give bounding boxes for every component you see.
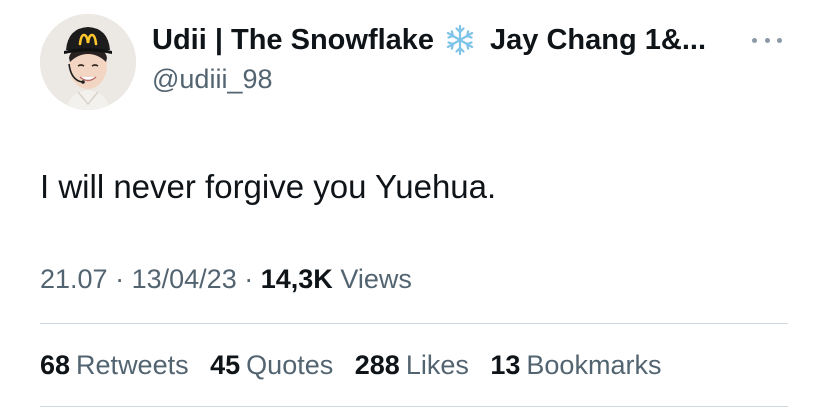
meta-separator: · — [115, 264, 125, 294]
quotes-label: Quotes — [246, 350, 334, 380]
views-label: Views — [340, 264, 412, 294]
tweet-time[interactable]: 21.07 — [40, 264, 108, 294]
display-name-part2: Jay Chang 1&... — [490, 24, 707, 56]
more-dot — [777, 37, 782, 43]
snowflake-icon — [444, 24, 476, 56]
bookmarks-label: Bookmarks — [526, 350, 662, 380]
retweets-stat[interactable]: 68 Retweets — [40, 348, 189, 382]
retweets-count: 68 — [40, 350, 71, 380]
author-info: Udii | The Snowflake Jay Chang 1&... @ud… — [152, 22, 752, 96]
divider — [40, 406, 788, 407]
author-handle[interactable]: @udiii_98 — [152, 62, 752, 96]
meta-separator: · — [244, 264, 254, 294]
views-count[interactable]: 14,3K — [261, 264, 333, 294]
more-options-icon[interactable] — [752, 30, 782, 50]
tweet-card: Udii | The Snowflake Jay Chang 1&... @ud… — [0, 0, 828, 412]
display-name-part1: Udii | The Snowflake — [152, 24, 435, 56]
retweets-label: Retweets — [76, 350, 189, 380]
bookmarks-count: 13 — [490, 350, 521, 380]
divider — [40, 323, 788, 324]
tweet-date[interactable]: 13/04/23 — [132, 264, 237, 294]
profile-avatar-image — [40, 14, 136, 110]
tweet-meta: 21.07 · 13/04/23 · 14,3K Views — [40, 262, 412, 296]
likes-stat[interactable]: 288 Likes — [355, 348, 469, 382]
tweet-text: I will never forgive you Yuehua. — [40, 168, 497, 205]
avatar[interactable] — [40, 14, 136, 110]
bookmarks-stat[interactable]: 13 Bookmarks — [490, 348, 661, 382]
quotes-count: 45 — [210, 350, 241, 380]
likes-count: 288 — [354, 350, 400, 380]
more-dot — [764, 37, 770, 43]
likes-label: Likes — [405, 350, 469, 380]
quotes-stat[interactable]: 45 Quotes — [210, 348, 333, 382]
engagement-stats: 68 Retweets 45 Quotes 288 Likes 13 Bookmarks — [40, 348, 675, 382]
more-dot — [752, 37, 757, 43]
display-name[interactable]: Udii | The Snowflake Jay Chang 1&... — [152, 22, 752, 58]
